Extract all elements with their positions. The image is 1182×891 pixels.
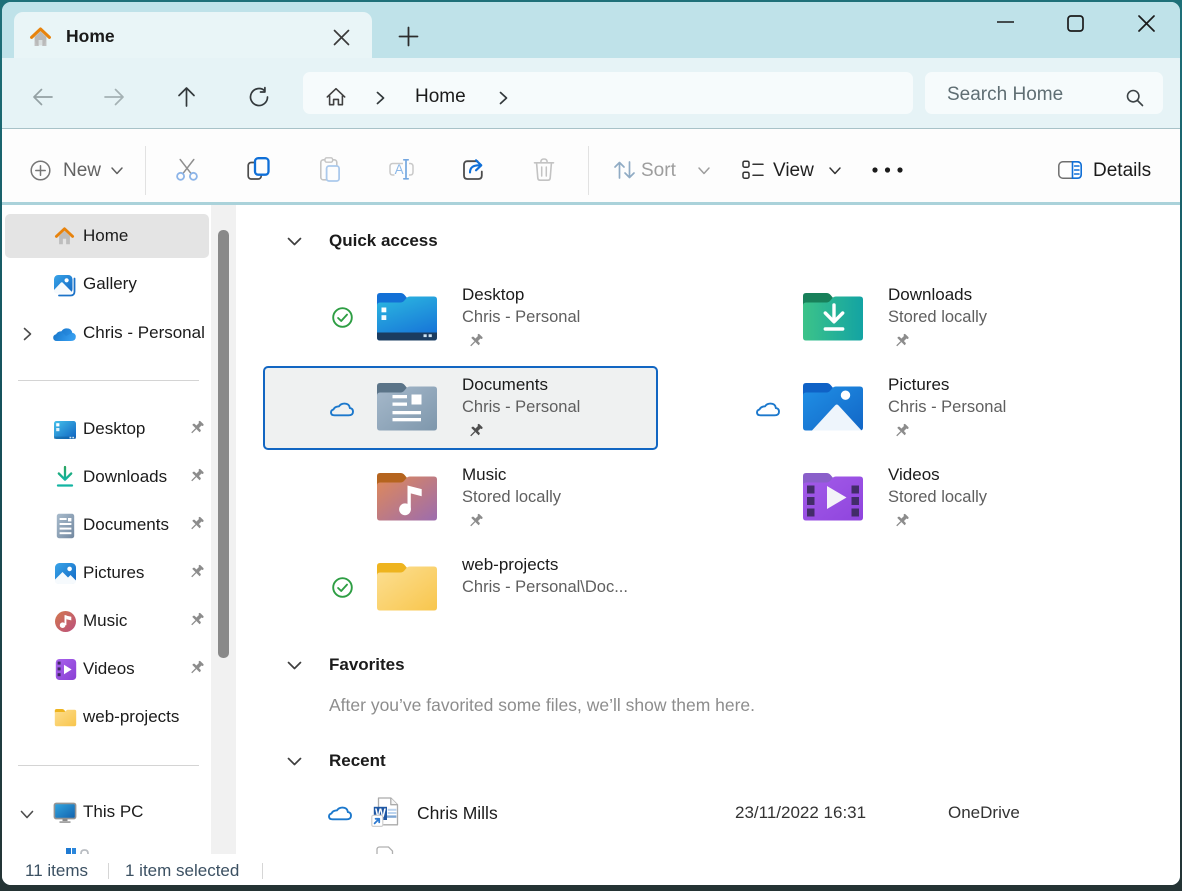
svg-text:A: A xyxy=(395,162,404,177)
